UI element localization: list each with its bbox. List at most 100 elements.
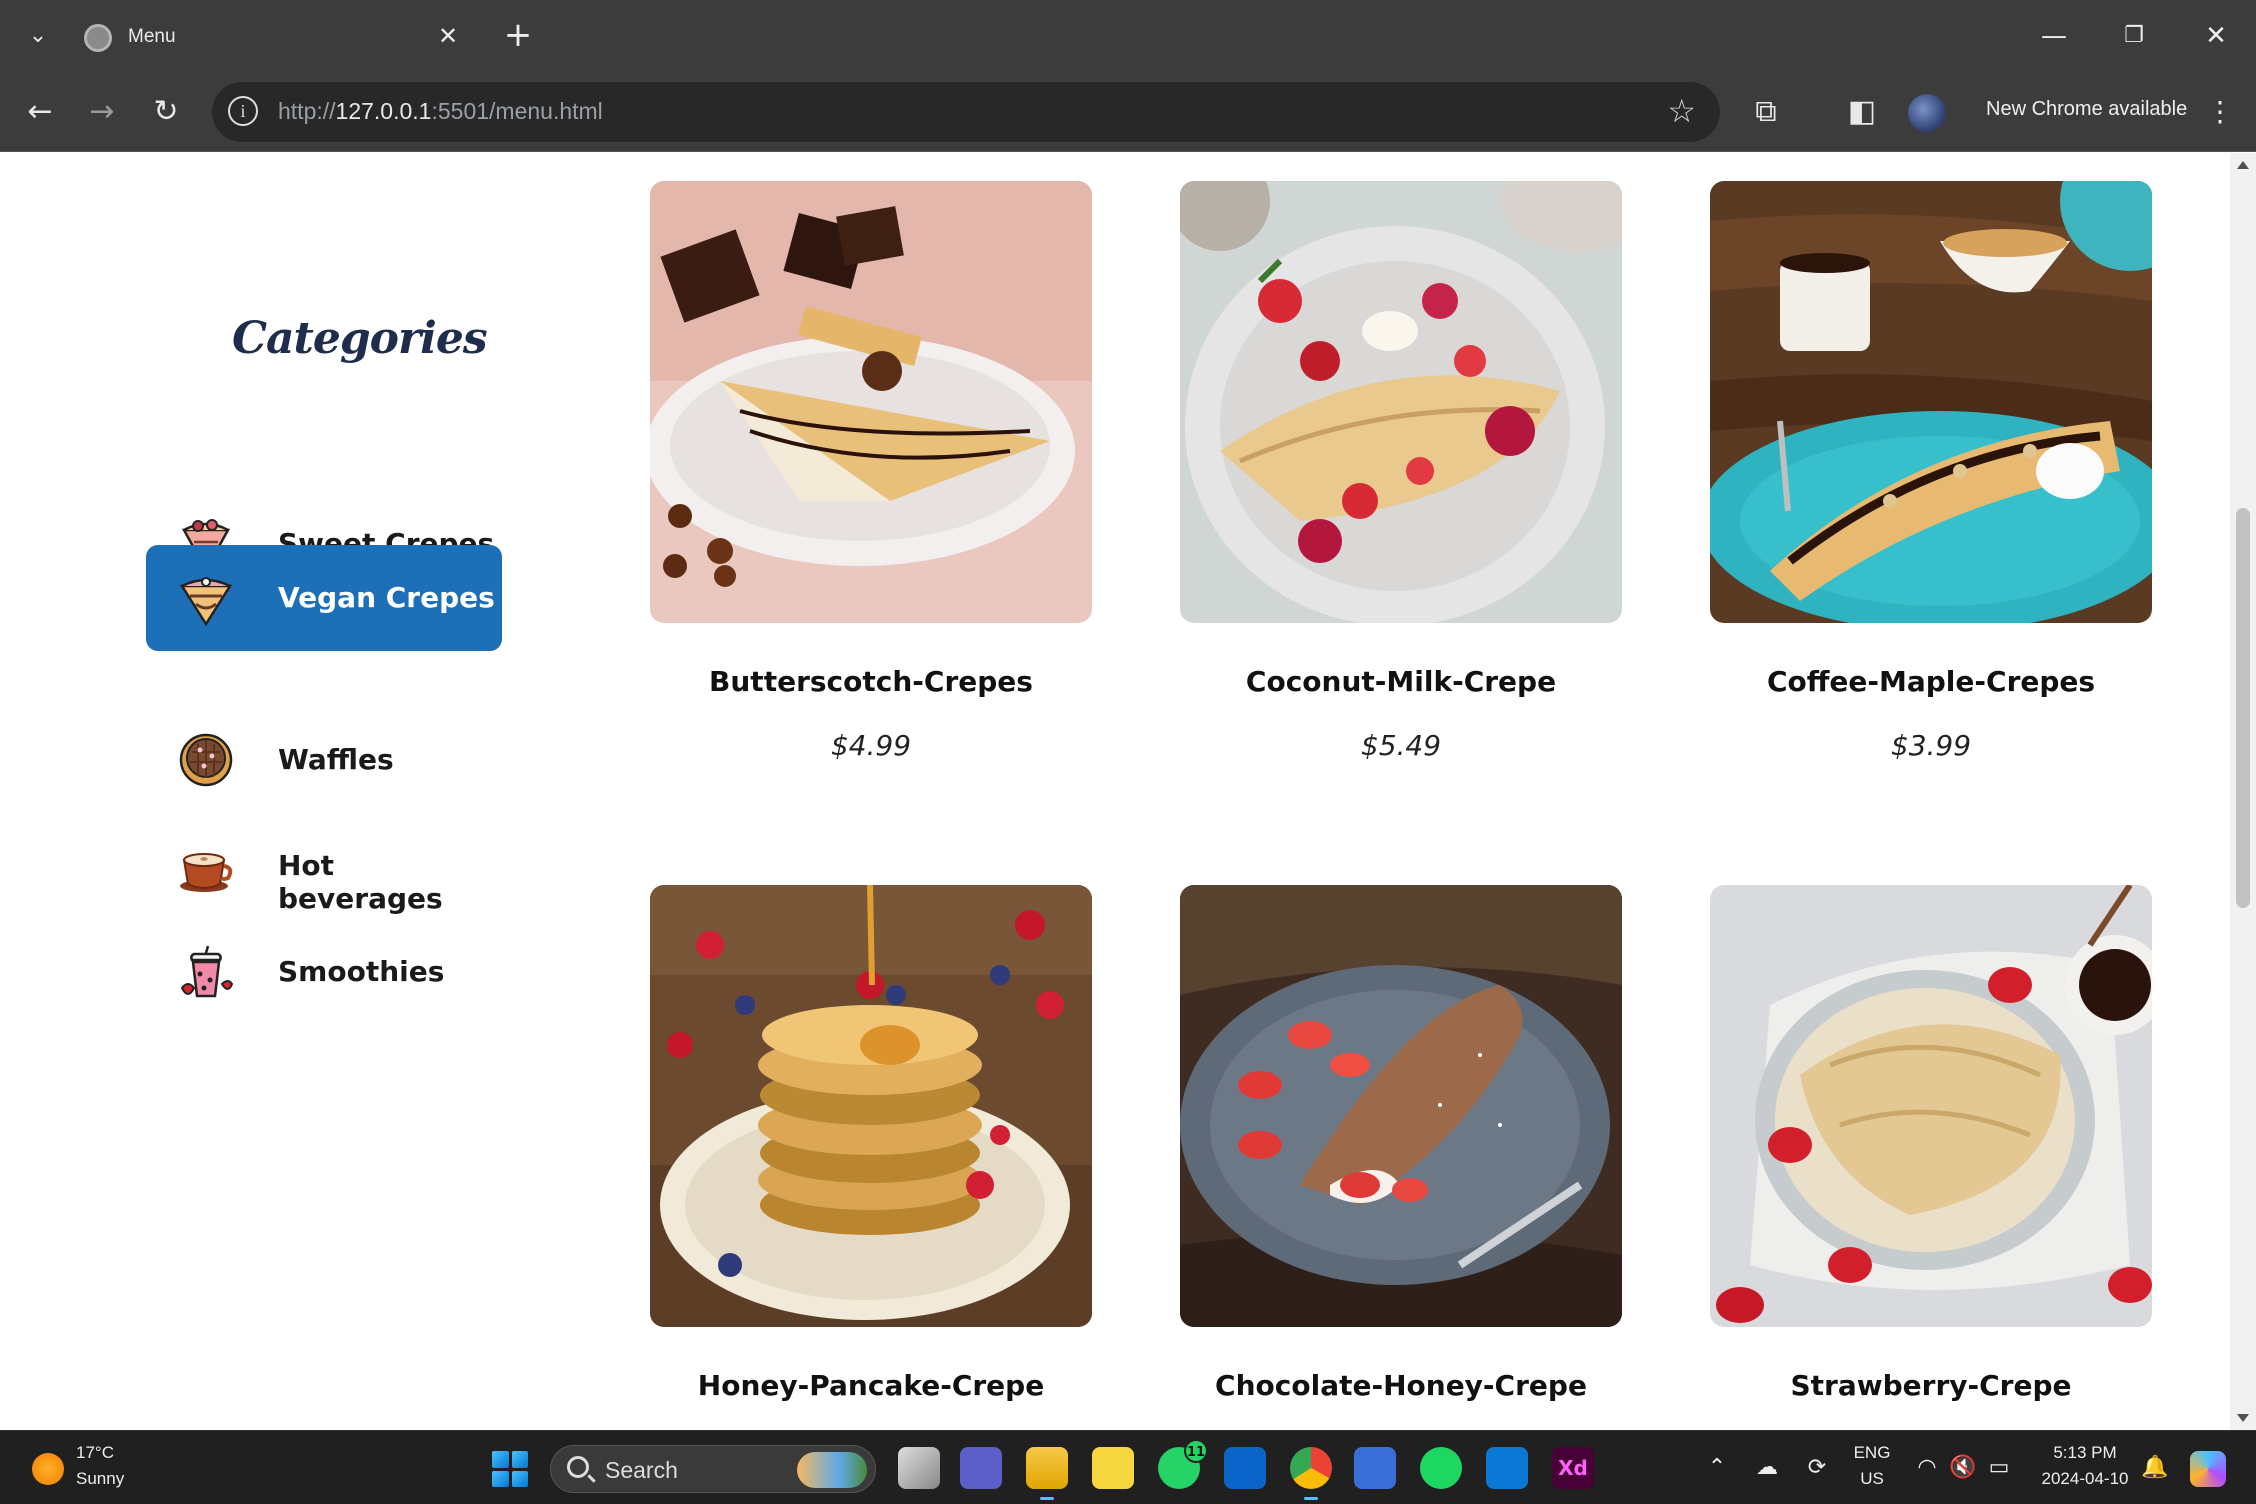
tab-search-chevron-icon[interactable]: ⌄ bbox=[20, 18, 56, 54]
product-photo[interactable] bbox=[1710, 885, 2152, 1327]
browser-toolbar: ← → ↻ i http://127.0.0.1:5501/menu.html … bbox=[0, 72, 2256, 152]
product-price: $4.99 bbox=[830, 729, 912, 762]
clock-time[interactable]: 5:13 PM bbox=[2030, 1443, 2140, 1463]
strawberry-crepe-image bbox=[1710, 885, 2152, 1327]
product-price: $3.99 bbox=[1890, 729, 1972, 762]
product-name: Strawberry-Crepe bbox=[1790, 1369, 2072, 1402]
windows-start-icon[interactable] bbox=[492, 1451, 528, 1487]
sun-icon bbox=[32, 1453, 64, 1485]
onedrive-cloud-icon[interactable]: ☁ bbox=[1752, 1453, 1782, 1483]
product-card[interactable]: Chocolate-Honey-Crepe bbox=[1180, 885, 1622, 1425]
sync-icon[interactable]: ⟳ bbox=[1802, 1453, 1832, 1483]
search-label: Search bbox=[605, 1457, 678, 1483]
url-scheme: http:// bbox=[278, 98, 336, 124]
category-label: Smoothies bbox=[278, 955, 445, 988]
extensions-puzzle-icon[interactable]: ⧉ bbox=[1744, 90, 1788, 134]
browser-titlebar: ⌄ Menu ✕ + — ❐ ✕ bbox=[0, 0, 2256, 72]
coffee-cup-icon bbox=[180, 853, 233, 892]
site-info-icon[interactable]: i bbox=[228, 96, 258, 126]
virtualbox-icon[interactable] bbox=[1354, 1447, 1396, 1489]
product-name: Chocolate-Honey-Crepe bbox=[1215, 1369, 1587, 1402]
reload-icon[interactable]: ↻ bbox=[144, 90, 188, 134]
product-card[interactable]: Coffee-Maple-Crepes $3.99 bbox=[1710, 181, 2152, 781]
product-card[interactable]: Coconut-Milk-Crepe $5.49 bbox=[1180, 181, 1622, 781]
category-hot-beverages[interactable]: Hot beverages bbox=[146, 813, 502, 919]
copilot-icon[interactable] bbox=[2190, 1451, 2226, 1487]
product-photo[interactable] bbox=[1710, 181, 2152, 623]
chrome-icon[interactable] bbox=[1290, 1447, 1332, 1500]
globe-icon bbox=[84, 24, 112, 52]
browser-tab[interactable]: Menu ✕ bbox=[70, 10, 490, 72]
teams-icon[interactable] bbox=[960, 1447, 1002, 1489]
windows-taskbar: 17°C Sunny Search 11 Xd ⌃ ☁ ⟳ ENG US ◠ 🔇… bbox=[0, 1430, 2256, 1504]
weather-condition: Sunny bbox=[76, 1469, 125, 1488]
scroll-down-arrow-icon[interactable] bbox=[2237, 1414, 2249, 1422]
category-vegan-crepes[interactable]: Vegan Crepes bbox=[146, 545, 502, 651]
address-bar[interactable]: i http://127.0.0.1:5501/menu.html ☆ bbox=[212, 82, 1720, 142]
scrollbar-thumb[interactable] bbox=[2236, 508, 2250, 908]
back-arrow-icon[interactable]: ← bbox=[18, 90, 62, 134]
show-hidden-icons-chevron-icon[interactable]: ⌃ bbox=[1702, 1453, 1732, 1483]
product-photo[interactable] bbox=[1180, 885, 1622, 1327]
adobe-xd-icon[interactable]: Xd bbox=[1552, 1447, 1594, 1489]
product-photo[interactable] bbox=[1180, 181, 1622, 623]
tab-title: Menu bbox=[128, 26, 176, 47]
language-bottom[interactable]: US bbox=[1848, 1469, 1896, 1489]
chrome-menu-kebab-icon[interactable]: ⋮ bbox=[2206, 94, 2234, 130]
product-name: Honey-Pancake-Crepe bbox=[697, 1369, 1045, 1402]
categories-heading: Categories bbox=[232, 313, 488, 364]
address-url[interactable]: http://127.0.0.1:5501/menu.html bbox=[278, 98, 603, 125]
page-scrollbar[interactable] bbox=[2230, 153, 2256, 1430]
search-icon bbox=[567, 1456, 589, 1478]
chocolate-honey-crepe-image bbox=[1180, 885, 1622, 1327]
file-explorer-icon[interactable] bbox=[1026, 1447, 1068, 1500]
clock-date[interactable]: 2024-04-10 bbox=[2030, 1469, 2140, 1489]
product-card[interactable]: Butterscotch-Crepes $4.99 bbox=[650, 181, 1092, 781]
window-close-icon[interactable]: ✕ bbox=[2194, 14, 2238, 58]
honey-pancake-image bbox=[650, 885, 1092, 1327]
notification-bell-icon[interactable]: 🔔 bbox=[2140, 1453, 2170, 1483]
bookmark-star-icon[interactable]: ☆ bbox=[1667, 92, 1696, 130]
category-label: Waffles bbox=[278, 743, 394, 776]
product-card[interactable]: Honey-Pancake-Crepe bbox=[650, 885, 1092, 1425]
page-viewport: Categories Sweet Crepes Vegan Crepes Waf… bbox=[0, 153, 2230, 1430]
spotify-icon[interactable] bbox=[1420, 1447, 1462, 1489]
chrome-update-button[interactable]: New Chrome available bbox=[1986, 98, 2187, 121]
smoothie-cup-icon bbox=[180, 945, 234, 998]
search-highlight-image bbox=[797, 1452, 867, 1488]
product-name: Butterscotch-Crepes bbox=[709, 665, 1033, 698]
category-smoothies[interactable]: Smoothies bbox=[146, 919, 502, 1025]
restore-icon[interactable]: ❐ bbox=[2112, 14, 2156, 58]
language-top[interactable]: ENG bbox=[1848, 1443, 1896, 1463]
taskbar-search[interactable]: Search bbox=[550, 1445, 876, 1493]
profile-avatar[interactable] bbox=[1908, 94, 1946, 132]
category-label: Vegan Crepes bbox=[278, 581, 495, 614]
battery-icon[interactable]: ▭ bbox=[1984, 1453, 2014, 1483]
product-photo[interactable] bbox=[650, 885, 1092, 1327]
minimize-icon[interactable]: — bbox=[2032, 14, 2076, 58]
product-price: $5.49 bbox=[1360, 729, 1442, 762]
wifi-icon[interactable]: ◠ bbox=[1912, 1453, 1942, 1483]
coconut-milk-crepe-image bbox=[1180, 181, 1622, 623]
tab-close-icon[interactable]: ✕ bbox=[430, 18, 466, 54]
vscode-icon[interactable] bbox=[1486, 1447, 1528, 1489]
category-waffles[interactable]: Waffles bbox=[146, 707, 502, 813]
weather-temperature: 17°C bbox=[76, 1443, 114, 1462]
vegan-crepe-icon bbox=[179, 577, 233, 626]
url-path: :5501/menu.html bbox=[431, 98, 603, 124]
speaker-muted-icon[interactable]: 🔇 bbox=[1948, 1453, 1978, 1483]
product-photo[interactable] bbox=[650, 181, 1092, 623]
product-card[interactable]: Strawberry-Crepe bbox=[1710, 885, 2152, 1425]
scroll-up-arrow-icon[interactable] bbox=[2237, 161, 2249, 169]
product-name: Coffee-Maple-Crepes bbox=[1766, 665, 2096, 698]
butterscotch-crepe-image bbox=[650, 181, 1092, 623]
category-label: Hot beverages bbox=[278, 849, 443, 915]
outlook-icon[interactable] bbox=[1224, 1447, 1266, 1489]
sticky-notes-icon[interactable] bbox=[1092, 1447, 1134, 1489]
side-panel-icon[interactable]: ◧ bbox=[1840, 90, 1884, 134]
task-view-icon[interactable] bbox=[898, 1447, 940, 1489]
whatsapp-icon[interactable]: 11 bbox=[1158, 1439, 1208, 1489]
forward-arrow-icon[interactable]: → bbox=[80, 90, 124, 134]
new-tab-plus-icon[interactable]: + bbox=[498, 16, 538, 56]
url-host: 127.0.0.1 bbox=[335, 98, 432, 124]
